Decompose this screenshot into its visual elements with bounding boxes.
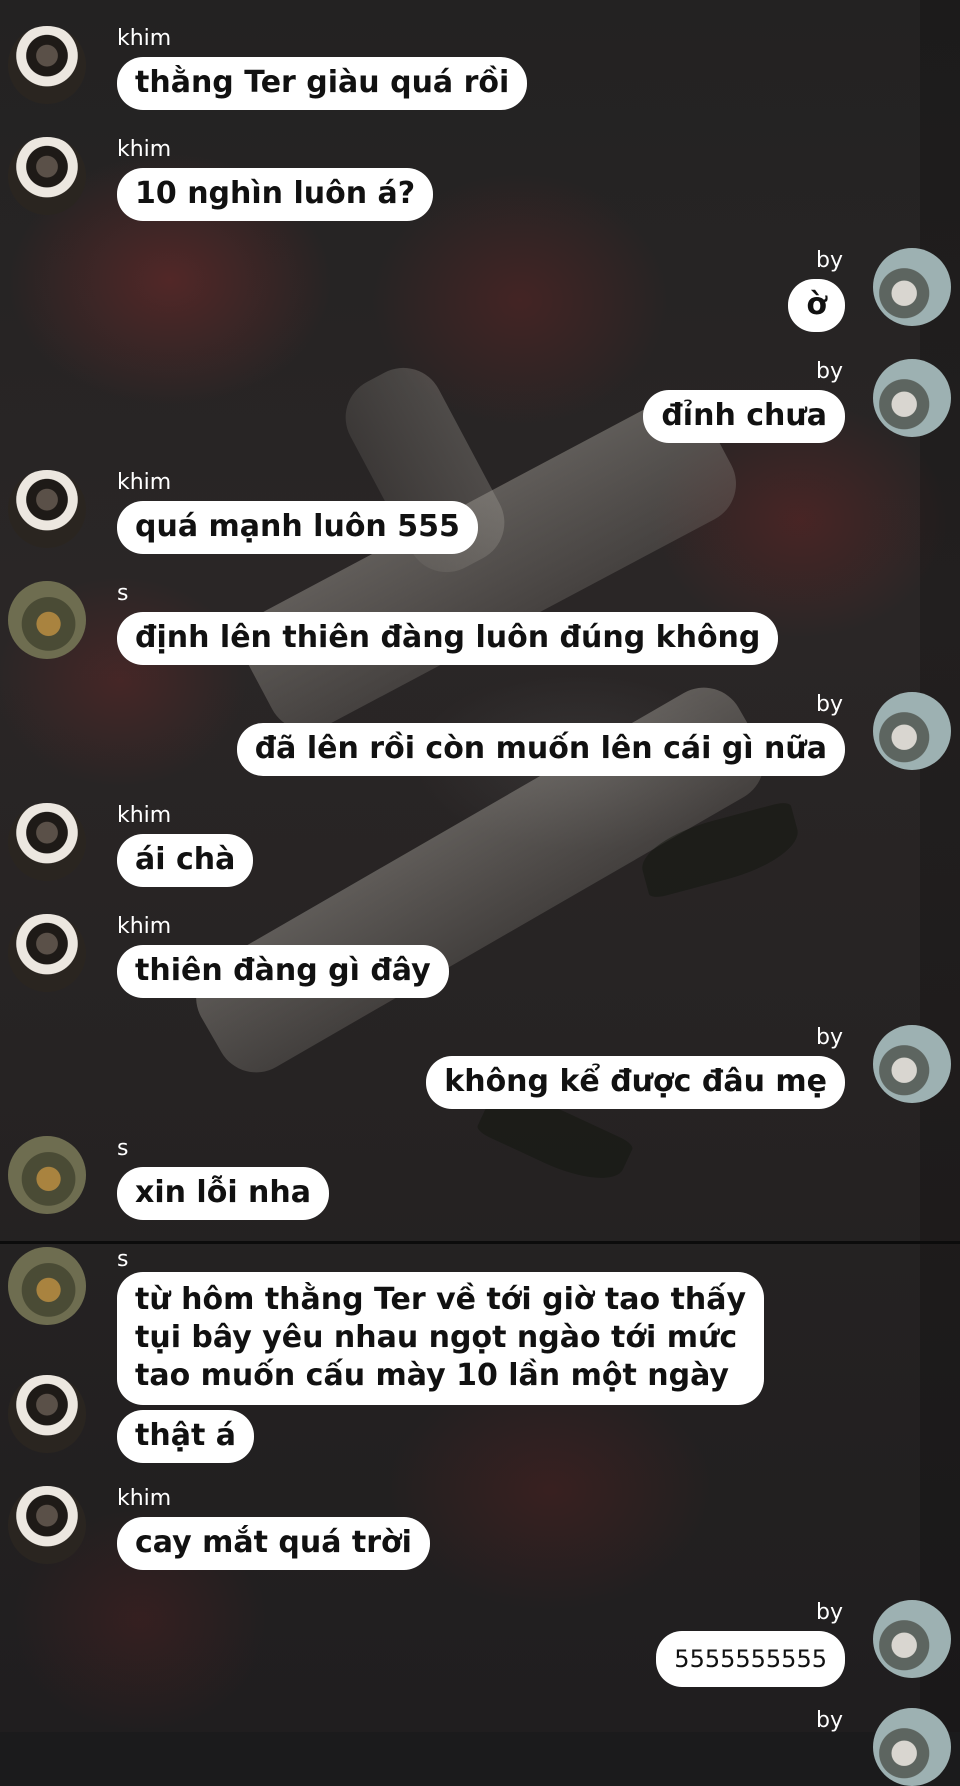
message-bubble[interactable]: xin lỗi nha	[117, 1167, 330, 1220]
sender-name: by	[816, 248, 843, 273]
avatar[interactable]	[873, 1600, 951, 1678]
avatar[interactable]	[873, 1025, 951, 1103]
avatar[interactable]	[8, 1486, 86, 1564]
message-bubble[interactable]: thiên đàng gì đây	[117, 945, 449, 998]
sender-name: by	[816, 1708, 843, 1733]
message-bubble[interactable]: ái chà	[117, 834, 254, 887]
avatar[interactable]	[8, 581, 86, 659]
message-bubble[interactable]: thằng Ter giàu quá rồi	[117, 57, 528, 110]
message-bubble[interactable]: định lên thiên đàng luôn đúng không	[117, 612, 779, 665]
sender-name: by	[816, 1600, 843, 1625]
sender-name: khim	[117, 470, 172, 495]
message-bubble[interactable]: quá mạnh luôn 555	[117, 501, 478, 554]
avatar[interactable]	[8, 1136, 86, 1214]
avatar[interactable]	[8, 137, 86, 215]
message-bubble[interactable]: từ hôm thằng Ter về tới giờ tao thấy tụi…	[117, 1272, 765, 1405]
sender-name: by	[816, 1025, 843, 1050]
message-bubble[interactable]: 10 nghìn luôn á?	[117, 168, 434, 221]
message-bubble[interactable]: 5555555555	[656, 1631, 845, 1687]
sender-name: s	[117, 1136, 129, 1161]
sender-name: khim	[117, 1486, 172, 1511]
sender-name: khim	[117, 803, 172, 828]
avatar[interactable]	[873, 692, 951, 770]
sender-name: by	[816, 692, 843, 717]
message-bubble[interactable]: không kể được đâu mẹ	[426, 1056, 845, 1109]
avatar[interactable]	[8, 1247, 86, 1325]
message-bubble[interactable]: đỉnh chưa	[643, 390, 845, 443]
message-bubble[interactable]: ờ	[788, 279, 845, 332]
sender-name: s	[117, 581, 129, 606]
avatar[interactable]	[8, 914, 86, 992]
avatar[interactable]	[873, 359, 951, 437]
sender-name: by	[816, 359, 843, 384]
avatar[interactable]	[8, 470, 86, 548]
avatar[interactable]	[873, 1708, 951, 1786]
avatar[interactable]	[8, 1375, 86, 1453]
avatar[interactable]	[8, 803, 86, 881]
sender-name: khim	[117, 137, 172, 162]
message-bubble[interactable]: cay mắt quá trời	[117, 1517, 430, 1570]
message-bubble[interactable]: thật á	[117, 1410, 254, 1463]
message-bubble[interactable]: đã lên rồi còn muốn lên cái gì nữa	[236, 723, 845, 776]
sender-name: khim	[117, 26, 172, 51]
avatar[interactable]	[8, 26, 86, 104]
sender-name: s	[117, 1247, 129, 1272]
avatar[interactable]	[873, 248, 951, 326]
screenshot-divider	[0, 1241, 960, 1244]
sender-name: khim	[117, 914, 172, 939]
